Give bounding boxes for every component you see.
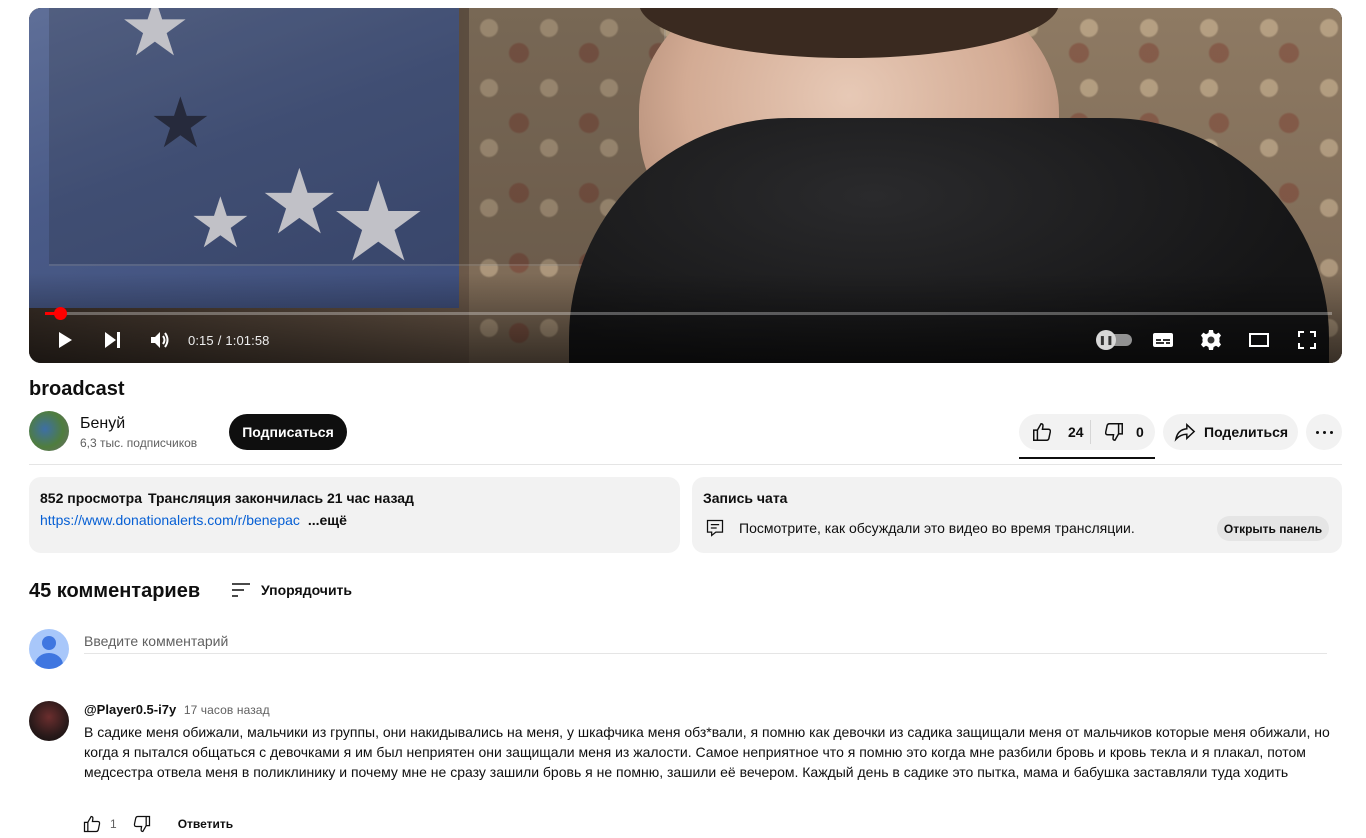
stream-status: Трансляция закончилась 21 час назад	[147, 490, 414, 506]
comment-count: 45 комментариев	[29, 580, 201, 602]
thumb-down-icon	[133, 815, 150, 833]
reply-button[interactable]: Ответить	[178, 817, 233, 831]
theater-icon	[1249, 333, 1269, 347]
like-button[interactable]: 24	[1019, 414, 1090, 450]
thumb-up-icon	[83, 815, 101, 833]
comment-time[interactable]: 17 часов назад	[184, 703, 270, 717]
comment-author-avatar[interactable]	[29, 701, 69, 741]
open-panel-button[interactable]: Открыть панель	[1217, 516, 1329, 541]
video-player[interactable]: ★ ★ ★ ★ ★ 0:15/1:01:58 ❚❚	[29, 8, 1342, 363]
like-active-underline	[1019, 457, 1155, 459]
donation-link[interactable]: https://www.donationalerts.com/r/benepac	[40, 512, 300, 528]
description-box[interactable]: 852 просмотра Трансляция закончилась 21 ч…	[29, 477, 680, 553]
autoplay-toggle[interactable]: ❚❚	[1091, 321, 1139, 359]
comment-dislike-button[interactable]	[132, 814, 152, 834]
more-actions-button[interactable]	[1306, 414, 1342, 450]
channel-name[interactable]: Бенуй	[80, 415, 125, 433]
fullscreen-icon	[1298, 331, 1316, 349]
next-icon	[105, 332, 120, 348]
current-user-avatar	[29, 629, 69, 669]
comment-like-button[interactable]: 1	[82, 814, 117, 834]
settings-button[interactable]	[1187, 321, 1235, 359]
player-controls: 0:15/1:01:58 ❚❚	[29, 321, 1342, 359]
share-button[interactable]: Поделиться	[1163, 414, 1298, 450]
autoplay-toggle-icon: ❚❚	[1096, 330, 1116, 350]
settings-icon	[1201, 330, 1221, 350]
share-label: Поделиться	[1204, 424, 1289, 440]
progress-bar[interactable]	[45, 307, 1332, 320]
chat-replay-title: Запись чата	[703, 490, 788, 506]
sort-icon	[232, 583, 250, 597]
duration: 1:01:58	[225, 332, 270, 348]
video-title: broadcast	[29, 378, 125, 400]
play-button[interactable]	[40, 321, 88, 359]
more-icon	[1314, 430, 1335, 434]
section-divider	[29, 464, 1342, 465]
theater-mode-button[interactable]	[1235, 321, 1283, 359]
next-button[interactable]	[88, 321, 136, 359]
volume-icon	[151, 332, 169, 348]
share-icon	[1174, 422, 1196, 442]
dislike-button[interactable]: 0	[1091, 414, 1155, 450]
volume-button[interactable]	[136, 321, 184, 359]
video-frame[interactable]: ★ ★ ★ ★ ★	[29, 8, 1342, 363]
comment-like-count: 1	[110, 817, 117, 831]
thumb-down-icon	[1104, 423, 1123, 441]
play-icon	[59, 332, 72, 348]
sort-label: Упорядочить	[261, 582, 353, 598]
time-display: 0:15/1:01:58	[188, 333, 270, 348]
show-more-link[interactable]: ...ещё	[308, 512, 347, 528]
like-count: 24	[1068, 424, 1084, 440]
sort-button[interactable]: Упорядочить	[229, 578, 352, 602]
thumb-up-icon	[1033, 423, 1052, 441]
subtitles-icon	[1153, 333, 1173, 347]
time-separator: /	[217, 332, 222, 348]
current-time: 0:15	[188, 332, 214, 348]
chat-replay-text: Посмотрите, как обсуждали это видео во в…	[739, 520, 1135, 536]
subtitles-button[interactable]	[1139, 321, 1187, 359]
description-meta: 852 просмотра Трансляция закончилась 21 ч…	[40, 490, 669, 506]
subscribe-button[interactable]: Подписаться	[229, 414, 347, 450]
fullscreen-button[interactable]	[1283, 321, 1331, 359]
chat-replay-box: Запись чата Посмотрите, как обсуждали эт…	[692, 477, 1342, 553]
comment-author[interactable]: @Player0.5-i7y	[84, 702, 176, 717]
chat-icon	[705, 518, 725, 538]
comment-actions: 1 Ответить	[82, 812, 233, 836]
like-dislike-bar: 24 0	[1019, 414, 1155, 450]
comment-input[interactable]	[84, 629, 1327, 654]
subscriber-count: 6,3 тыс. подписчиков	[80, 436, 198, 450]
dislike-count: 0	[1136, 424, 1144, 440]
comment-text: В садике меня обижали, мальчики из групп…	[84, 724, 1330, 780]
channel-avatar[interactable]	[29, 411, 69, 451]
view-count: 852 просмотра	[40, 490, 142, 506]
